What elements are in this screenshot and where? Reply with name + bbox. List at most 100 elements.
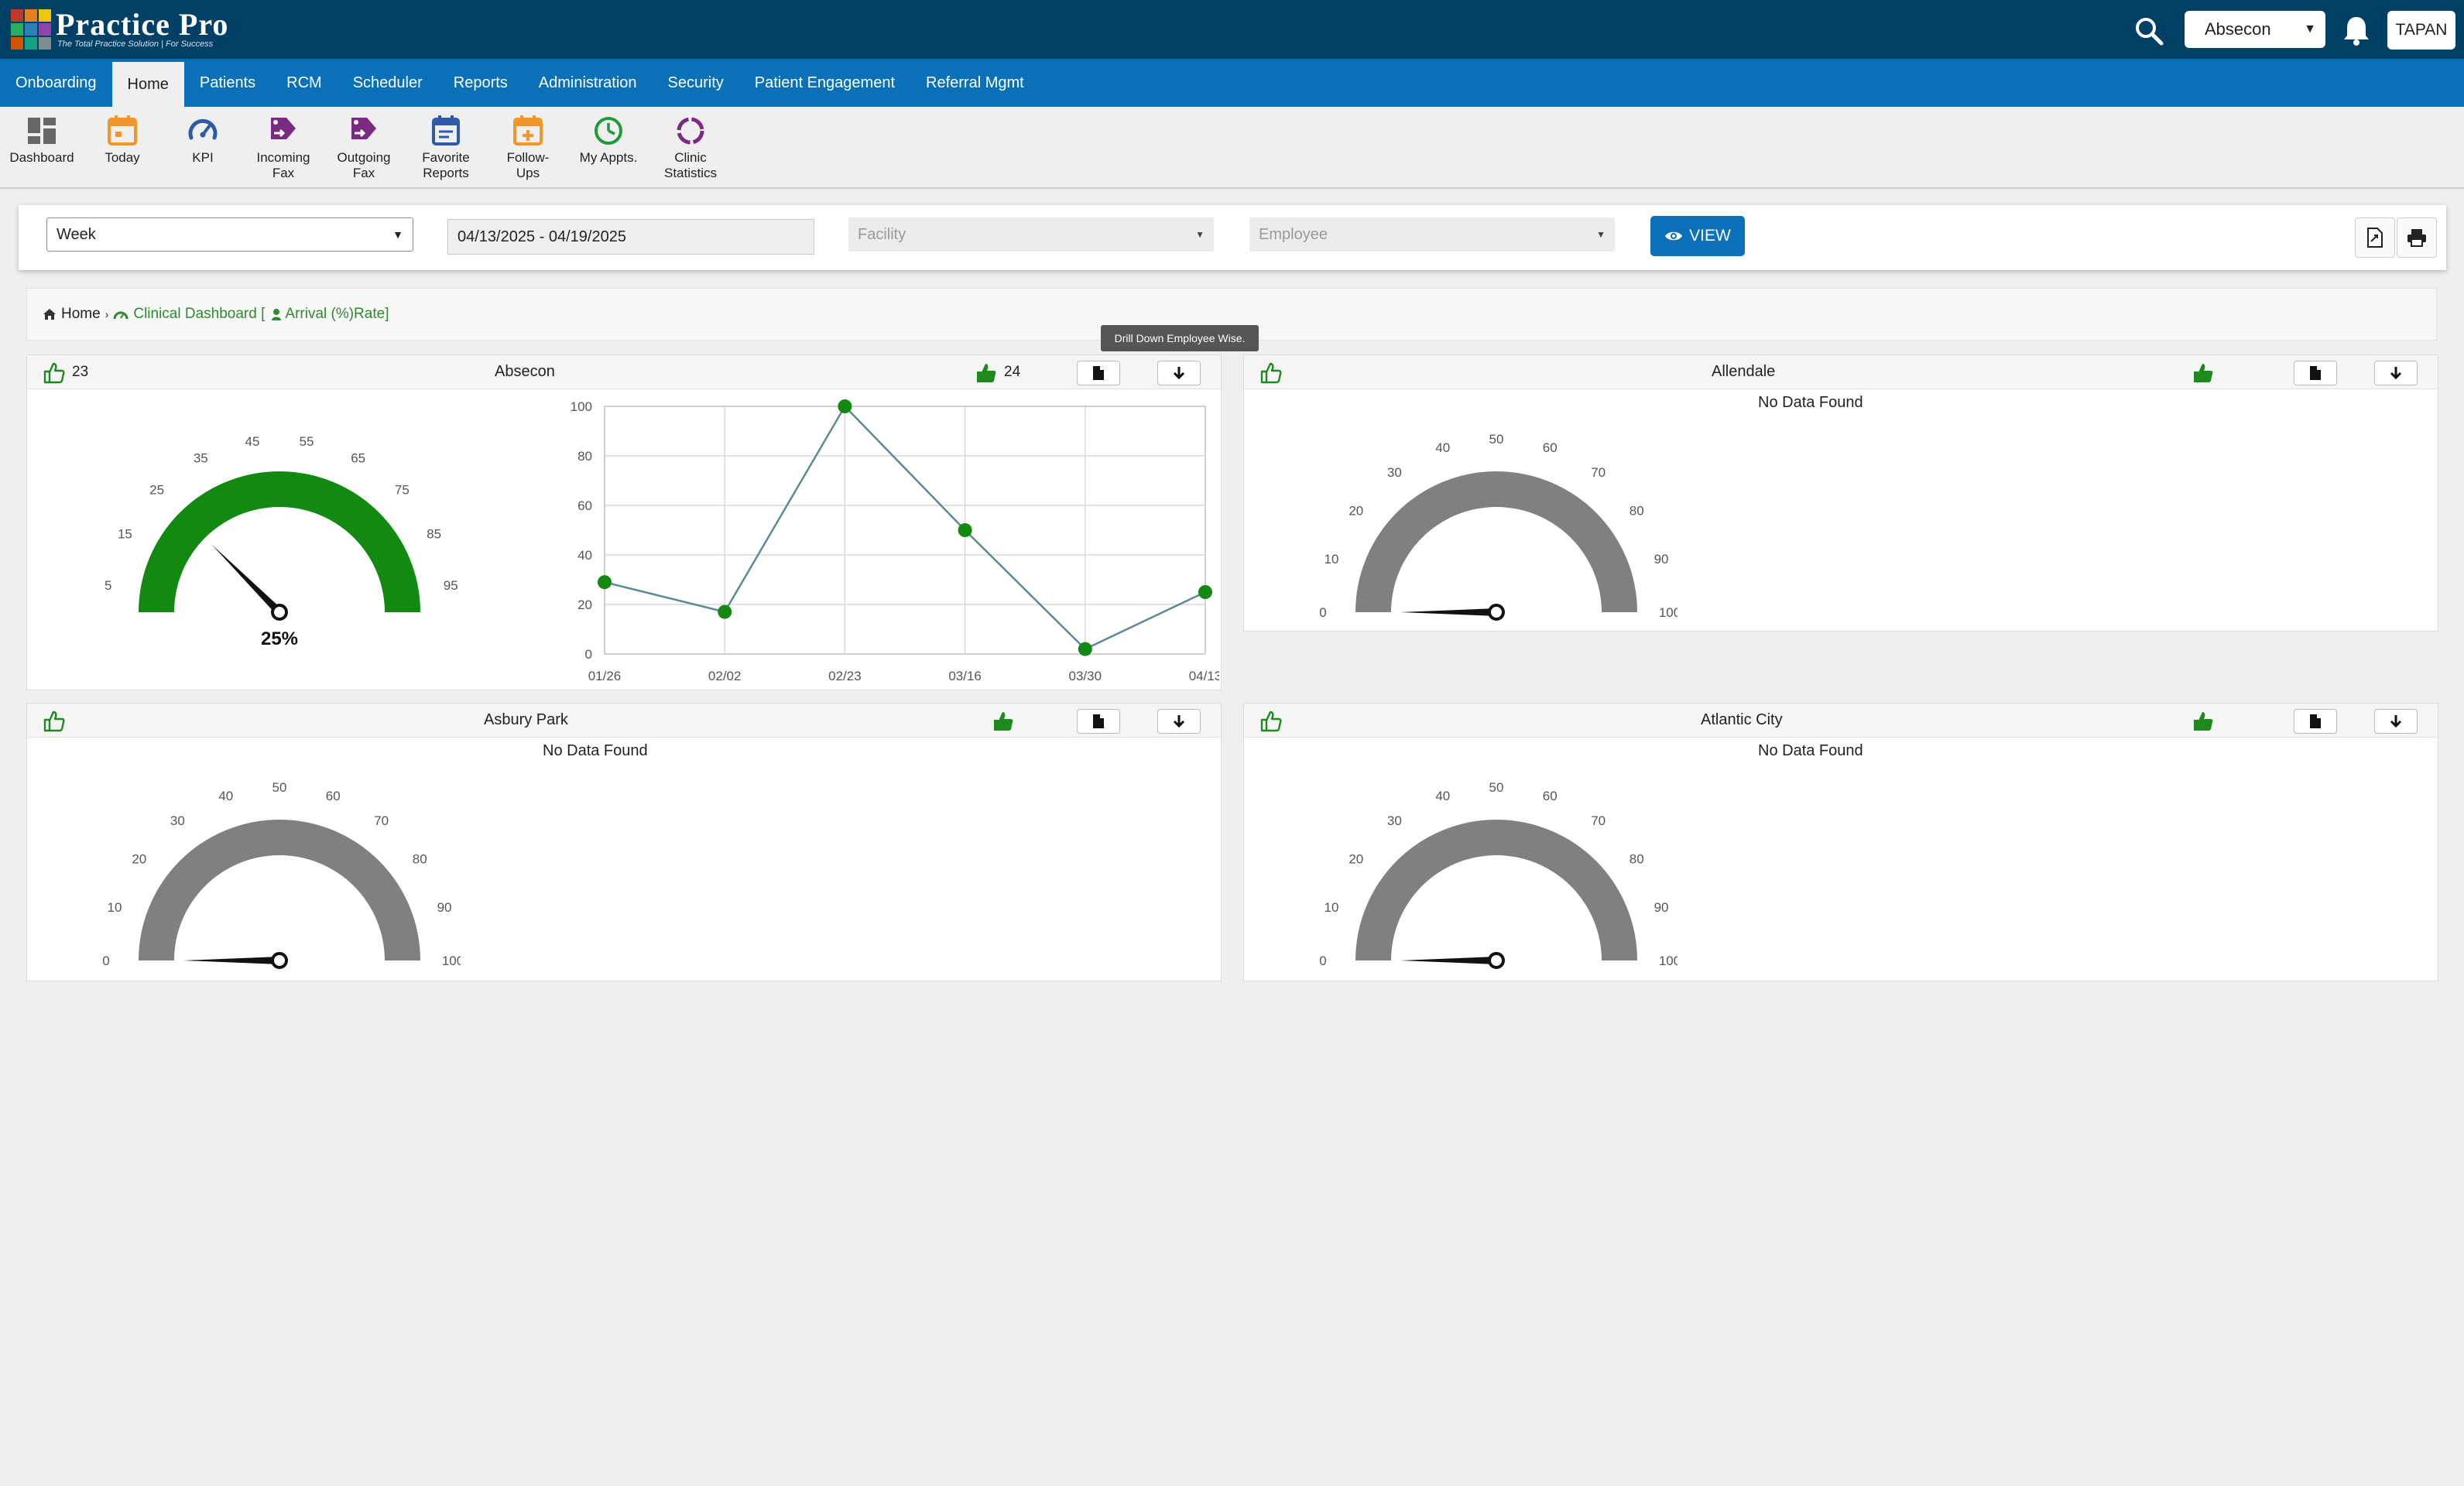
thumbs-up-outline-icon — [43, 362, 65, 384]
thumbs-up-outline-icon — [43, 710, 65, 732]
toolbar-incoming-fax[interactable]: Incoming Fax — [245, 115, 322, 181]
gauge-tick-label: 50 — [272, 780, 287, 795]
gauge-tick-label: 10 — [1325, 552, 1339, 567]
logo-tagline: The Total Practice Solution | For Succes… — [57, 39, 214, 49]
clock-icon — [595, 117, 622, 145]
y-tick-label: 60 — [577, 498, 592, 513]
toolbar-today-label: Today — [105, 150, 140, 165]
gauge-tick-label: 45 — [245, 434, 259, 449]
toolbar-dashboard[interactable]: Dashboard — [3, 115, 81, 166]
gauge-band — [139, 471, 420, 612]
home-toolbar: Dashboard Today KPI Incoming Fax Outgoin… — [0, 107, 2464, 189]
facility-select-placeholder: Facility — [858, 225, 906, 243]
drill-down-button[interactable] — [1157, 361, 1201, 385]
search-icon[interactable] — [2133, 15, 2164, 46]
export-pdf-button[interactable] — [2355, 217, 2395, 258]
print-button[interactable] — [2397, 217, 2437, 258]
nav-home[interactable]: Home — [111, 62, 184, 107]
caret-down-icon: ▼ — [1596, 229, 1606, 240]
period-select-value: Week — [57, 225, 96, 243]
data-point[interactable] — [598, 575, 612, 590]
period-select[interactable]: Week ▼ — [46, 217, 413, 252]
drill-down-button[interactable] — [1157, 709, 1201, 734]
gauge-tick-label: 70 — [1591, 465, 1606, 480]
breadcrumb-clinical-dashboard[interactable]: Clinical Dashboard [ — [133, 306, 265, 323]
toolbar-outgoing-fax[interactable]: Outgoing Fax — [325, 115, 403, 181]
data-point[interactable] — [838, 399, 852, 413]
gauge-needle — [1400, 608, 1496, 616]
panel-header: Allendale — [1244, 355, 2438, 389]
nav-security[interactable]: Security — [653, 59, 739, 107]
gauge-tick-label: 90 — [437, 900, 452, 915]
data-point[interactable] — [1078, 642, 1092, 656]
location-select[interactable]: Absecon ▼ — [2185, 11, 2325, 48]
gauge-tick-label: 60 — [326, 789, 341, 803]
data-point[interactable] — [1198, 585, 1212, 599]
gauge-tick-label: 0 — [1319, 954, 1326, 968]
panel-report-button[interactable] — [1077, 361, 1120, 385]
top-bar: Practice Pro The Total Practice Solution… — [0, 0, 2464, 59]
toolbar-clinic-statistics[interactable]: Clinic Statistics — [652, 115, 729, 181]
dashboard-gauge-icon — [113, 311, 129, 320]
toolbar-outgoing-fax-label-2: Fax — [352, 166, 375, 180]
toolbar-my-appts[interactable]: My Appts. — [570, 115, 647, 166]
toolbar-kpi[interactable]: KPI — [164, 115, 242, 166]
toolbar-clinic-statistics-label-2: Statistics — [663, 166, 718, 180]
x-tick-label: 02/23 — [828, 669, 862, 683]
view-button-label: VIEW — [1689, 227, 1731, 245]
nav-administration[interactable]: Administration — [523, 59, 653, 107]
practice-pro-logo[interactable]: Practice Pro The Total Practice Solution… — [11, 9, 228, 50]
gauge-band — [1355, 471, 1637, 612]
drill-down-button[interactable] — [2374, 709, 2418, 734]
facility-panel-asbury-park: Asbury Park 0 10 20 30 40 50 60 70 80 90 100 0% No… — [26, 703, 1222, 981]
employee-select[interactable]: Employee ▼ — [1249, 217, 1615, 252]
panel-report-button[interactable] — [2294, 709, 2337, 734]
data-point[interactable] — [718, 604, 732, 619]
toolbar-follow-ups[interactable]: Follow- Ups — [489, 115, 567, 181]
file-icon — [2310, 366, 2321, 380]
user-menu-button[interactable]: TAPAN — [2387, 11, 2455, 50]
view-button[interactable]: VIEW — [1650, 216, 1745, 256]
gauge-tick-label: 20 — [132, 851, 146, 866]
series-line — [604, 404, 1206, 651]
panel-report-button[interactable] — [1077, 709, 1120, 734]
y-tick-label: 20 — [577, 597, 592, 612]
nav-rcm[interactable]: RCM — [271, 59, 338, 107]
toolbar-today[interactable]: Today — [84, 115, 161, 166]
gauge-value: 0% — [1483, 628, 1510, 629]
panel-title: Asbury Park — [484, 711, 568, 728]
nav-scheduler[interactable]: Scheduler — [338, 59, 438, 107]
panel-title: Allendale — [1712, 363, 1776, 380]
gauge-tick-label: 50 — [1489, 432, 1504, 447]
toolbar-favorite-reports[interactable]: Favorite Reports — [407, 115, 485, 181]
facility-panel-atlantic-city: Atlantic City 0102030405060708090100 0% … — [1243, 703, 2438, 981]
location-select-value: Absecon — [2205, 19, 2271, 39]
gauge-pivot — [1488, 604, 1505, 621]
y-tick-label: 40 — [577, 548, 592, 563]
export-file-icon — [2367, 228, 2383, 248]
gauge-pivot — [271, 952, 288, 969]
nav-patients[interactable]: Patients — [184, 59, 271, 107]
drill-down-button[interactable] — [2374, 361, 2418, 385]
gauge-tick-label: 60 — [1543, 789, 1558, 803]
no-data-message: No Data Found — [1758, 394, 1863, 411]
date-range-input[interactable]: 04/13/2025 - 04/19/2025 — [447, 219, 814, 255]
nav-patient-engagement[interactable]: Patient Engagement — [739, 59, 910, 107]
notification-bell-icon[interactable] — [2341, 14, 2372, 46]
nav-reports[interactable]: Reports — [438, 59, 523, 107]
facility-panel-allendale: Allendale 0 10 20 30 40 50 60 70 80 90 100 0% No D… — [1243, 354, 2438, 632]
panel-report-button[interactable] — [2294, 361, 2337, 385]
arrow-down-icon — [1173, 367, 1185, 380]
nav-onboarding[interactable]: Onboarding — [0, 59, 112, 107]
logo-title: Practice Pro — [56, 7, 229, 42]
breadcrumb-home[interactable]: Home — [61, 306, 101, 323]
employee-select-placeholder: Employee — [1259, 225, 1328, 243]
thumbs-up-outline-icon — [1260, 710, 1282, 732]
gauge-pivot — [1488, 952, 1505, 969]
nav-referral-mgmt[interactable]: Referral Mgmt — [910, 59, 1040, 107]
data-point[interactable] — [958, 523, 972, 537]
gauge-tick-label: 40 — [1435, 440, 1450, 455]
facility-select[interactable]: Facility ▼ — [848, 217, 1214, 252]
gauge-tick-label: 100 — [442, 954, 461, 968]
y-tick-label: 0 — [585, 647, 592, 662]
